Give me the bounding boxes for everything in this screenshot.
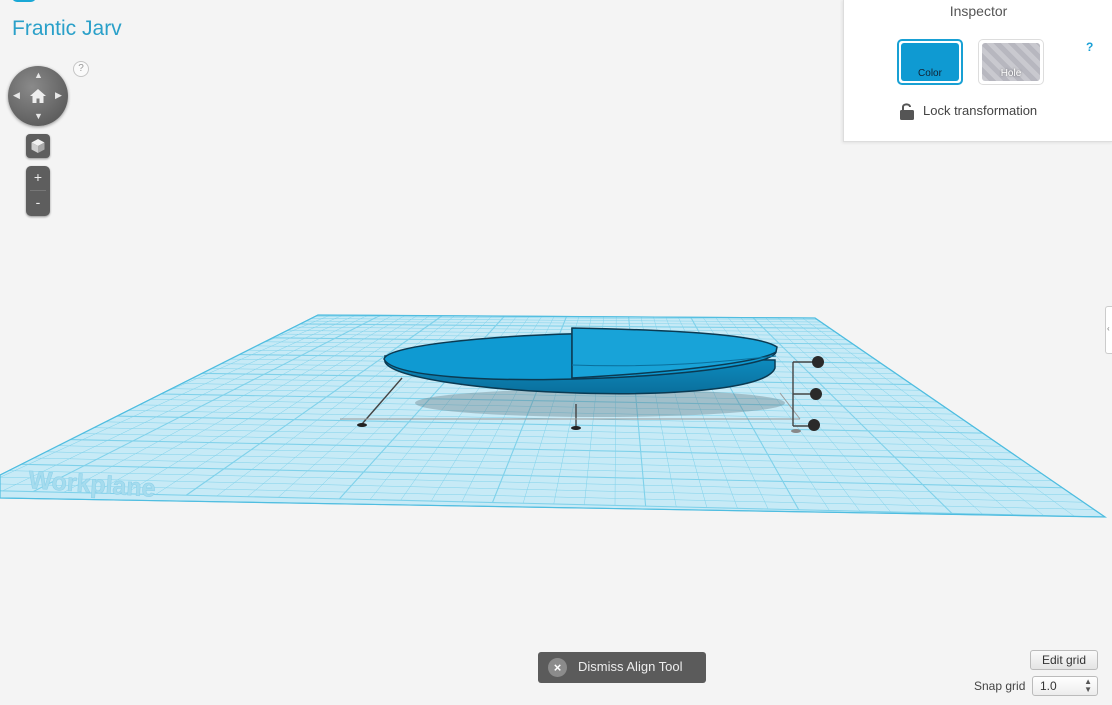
align-handle-x-mid[interactable] [571,426,581,430]
unlock-icon[interactable] [899,102,915,120]
lock-transformation-label[interactable]: Lock transformation [923,103,1037,118]
select-arrows-icon: ▲ ▼ [1084,677,1092,694]
snap-grid-label: Snap grid [974,679,1026,693]
align-handle-z-bottom[interactable] [808,419,820,431]
color-label: Color [918,68,942,79]
align-handle-x-max[interactable] [791,429,801,433]
align-handle-z-top[interactable] [812,356,824,368]
align-handle-z-mid[interactable] [810,388,822,400]
hole-label: Hole [1000,68,1022,79]
snap-grid-select[interactable]: 1.0 ▲ ▼ [1032,676,1098,696]
hole-swatch-fill: Hole [982,43,1040,81]
dismiss-align-tool-button[interactable]: × Dismiss Align Tool [538,652,706,683]
close-icon: × [548,658,567,677]
side-panel-toggle[interactable]: ‹ [1105,306,1112,354]
inspector-help-icon[interactable]: ? [1086,40,1093,54]
inspector-panel: Inspector ? Color Hole Lock transformati… [843,0,1112,142]
dismiss-align-tool-label: Dismiss Align Tool [578,659,683,674]
snap-grid-value: 1.0 [1040,679,1057,693]
align-handle-x-min[interactable] [357,423,367,427]
chevron-left-icon: ‹ [1107,324,1110,333]
hole-swatch-button[interactable]: Hole [978,39,1044,85]
color-swatch-fill: Color [901,43,959,81]
color-swatch-button[interactable]: Color [897,39,963,85]
inspector-title: Inspector [949,3,1008,19]
edit-grid-button[interactable]: Edit grid [1030,650,1098,670]
